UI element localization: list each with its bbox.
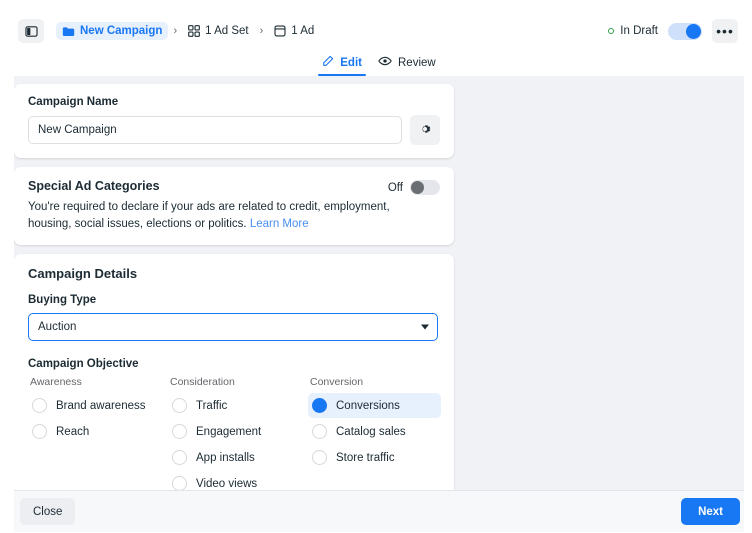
objective-option-traffic[interactable]: Traffic [168,393,308,418]
top-bar: New Campaign › 1 Ad Set › [14,14,744,48]
breadcrumb-item-ad-set[interactable]: 1 Ad Set [182,22,254,40]
breadcrumb-separator: › [170,25,180,37]
objective-columns: Awareness Brand awareness Reach Consider… [28,376,440,490]
campaign-details-card: Campaign Details Buying Type Auction Cam… [14,254,454,490]
tab-label: Review [398,57,436,69]
buying-type-select[interactable]: Auction [28,313,438,341]
radio-icon [312,398,327,413]
objective-option-app-installs[interactable]: App installs [168,445,308,470]
footer-bar: Close Next [14,490,744,532]
campaign-creation-window: New Campaign › 1 Ad Set › [14,14,744,532]
special-ad-categories-title: Special Ad Categories [28,179,160,193]
objective-option-store-traffic[interactable]: Store traffic [308,445,448,470]
breadcrumb-separator: › [257,25,267,37]
special-ad-categories-description: You're required to declare if your ads a… [28,199,403,232]
objective-option-engagement[interactable]: Engagement [168,419,308,444]
campaign-name-label: Campaign Name [28,96,440,108]
form-scroll-area[interactable]: Campaign Name Spec [14,76,744,490]
breadcrumb-item-campaign[interactable]: New Campaign [56,22,168,40]
learn-more-link[interactable]: Learn More [250,218,309,230]
buying-type-select-wrap: Auction [28,313,438,341]
tab-edit[interactable]: Edit [322,55,362,76]
breadcrumb: New Campaign › 1 Ad Set › [56,22,608,40]
radio-icon [312,450,327,465]
more-options-icon[interactable]: ••• [712,19,738,43]
campaign-active-toggle[interactable] [668,23,702,40]
description-text: You're required to declare if your ads a… [28,201,390,230]
objective-option-video-views[interactable]: Video views [168,471,308,490]
campaign-name-card: Campaign Name [14,84,454,158]
objective-option-brand-awareness[interactable]: Brand awareness [28,393,168,418]
ad-card-icon [274,25,286,37]
radio-icon [312,424,327,439]
option-label: Engagement [196,426,261,438]
campaign-objective-label: Campaign Objective [28,358,440,370]
column-heading: Conversion [308,376,448,388]
radio-icon [172,450,187,465]
eye-icon [378,55,392,70]
tab-label: Edit [340,57,362,69]
close-button[interactable]: Close [20,498,75,525]
special-ad-categories-toggle-label: Off [388,182,403,194]
status-dot-icon [608,28,614,34]
objective-option-catalog-sales[interactable]: Catalog sales [308,419,448,444]
breadcrumb-label: 1 Ad [291,25,314,37]
gear-icon [418,122,432,139]
objective-column-consideration: Consideration Traffic Engagement App ins… [168,376,308,490]
option-label: Reach [56,426,89,438]
grid-squares-icon [188,25,200,37]
objective-column-conversion: Conversion Conversions Catalog sales Sto… [308,376,448,490]
pencil-icon [322,55,334,70]
radio-icon [32,398,47,413]
option-label: App installs [196,452,255,464]
sidebar-panel-icon[interactable] [18,19,44,43]
status-badge: In Draft [608,25,658,37]
breadcrumb-item-ad[interactable]: 1 Ad [268,22,320,40]
radio-icon [172,424,187,439]
objective-option-conversions[interactable]: Conversions [308,393,441,418]
campaign-name-settings-button[interactable] [410,115,440,145]
breadcrumb-label: New Campaign [80,25,162,37]
objective-option-reach[interactable]: Reach [28,419,168,444]
radio-icon [172,476,187,490]
top-bar-controls: In Draft ••• [608,19,738,43]
option-label: Traffic [196,400,227,412]
column-heading: Consideration [168,376,308,388]
option-label: Conversions [336,400,400,412]
column-heading: Awareness [28,376,168,388]
campaign-name-input[interactable] [28,116,402,144]
option-label: Store traffic [336,452,395,464]
tab-bar: Edit Review [14,48,744,76]
radio-icon [32,424,47,439]
option-label: Video views [196,478,257,490]
special-ad-categories-card: Special Ad Categories Off You're require… [14,167,454,245]
breadcrumb-label: 1 Ad Set [205,25,248,37]
option-label: Catalog sales [336,426,406,438]
folder-icon [62,26,75,37]
next-button[interactable]: Next [681,498,740,525]
buying-type-label: Buying Type [28,294,440,306]
tab-review[interactable]: Review [378,55,436,76]
objective-column-awareness: Awareness Brand awareness Reach [28,376,168,490]
special-ad-categories-toggle[interactable] [410,180,440,195]
radio-icon [172,398,187,413]
buying-type-value: Auction [38,321,76,333]
option-label: Brand awareness [56,400,146,412]
campaign-details-title: Campaign Details [28,266,440,281]
status-label: In Draft [620,25,658,37]
